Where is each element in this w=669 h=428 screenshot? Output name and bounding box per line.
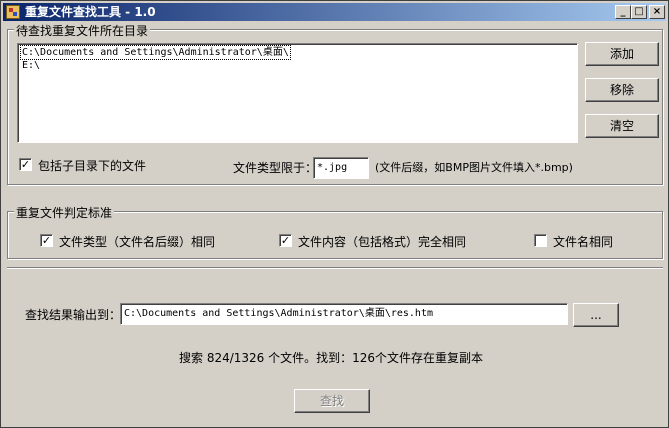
search-button[interactable]: 查找 [294, 389, 370, 413]
filetype-hint: (文件后缀，如BMP图片文件填入*.bmp) [375, 161, 573, 174]
divider [7, 267, 663, 269]
main-window: 重复文件查找工具 - 1.0 _ □ × 待查找重复文件所在目录 C:\Docu… [0, 0, 669, 428]
clear-button[interactable]: 清空 [585, 114, 659, 138]
directory-group-legend: 待查找重复文件所在目录 [14, 22, 151, 39]
title-bar[interactable]: 重复文件查找工具 - 1.0 _ □ × [3, 3, 666, 21]
directory-list-item[interactable]: C:\Documents and Settings\Administrator\… [20, 45, 291, 60]
filetype-label: 文件类型限于： [233, 161, 318, 175]
include-subdirs-label: 包括子目录下的文件 [38, 159, 147, 173]
window-title: 重复文件查找工具 - 1.0 [25, 5, 156, 19]
remove-button[interactable]: 移除 [585, 78, 659, 102]
include-subdirs-checkbox[interactable]: ✓ [19, 158, 32, 171]
status-text: 搜索 824/1326 个文件。找到：126个文件存在重复副本 [179, 351, 484, 365]
same-name-checkbox[interactable] [534, 234, 547, 247]
same-type-checkbox[interactable]: ✓ [40, 234, 53, 247]
directory-list[interactable]: C:\Documents and Settings\Administrator\… [17, 43, 578, 143]
same-name-label: 文件名相同 [553, 235, 614, 249]
browse-button[interactable]: ... [573, 303, 619, 327]
same-type-label: 文件类型（文件名后缀）相同 [59, 235, 216, 249]
minimize-button[interactable]: _ [615, 5, 631, 19]
app-icon [6, 5, 20, 19]
same-content-label: 文件内容（包括格式）完全相同 [298, 235, 467, 249]
add-button[interactable]: 添加 [585, 42, 659, 66]
same-content-checkbox[interactable]: ✓ [279, 234, 292, 247]
filetype-input[interactable]: *.jpg [313, 157, 369, 179]
directory-list-item[interactable]: E:\ [21, 59, 41, 72]
maximize-button[interactable]: □ [631, 5, 647, 19]
close-button[interactable]: × [649, 5, 665, 19]
output-label: 查找结果输出到： [25, 308, 122, 322]
output-path-input[interactable]: C:\Documents and Settings\Administrator\… [120, 303, 568, 325]
criteria-group-legend: 重复文件判定标准 [14, 204, 115, 221]
